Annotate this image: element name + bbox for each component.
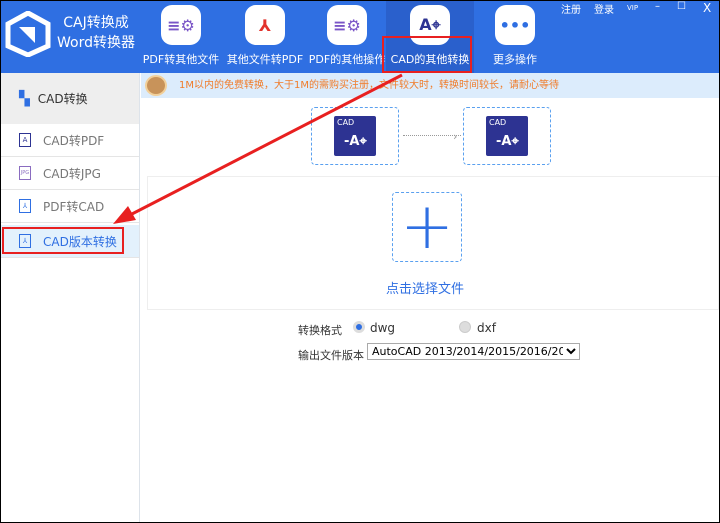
tool-pdf-to-other[interactable]: ≡⚙ PDF转其他文件 (137, 1, 225, 73)
vip-icon[interactable]: VIP (627, 4, 638, 12)
radio-dwg-label: dwg (370, 321, 396, 335)
app-logo (5, 11, 51, 57)
sidebar-item-cad-version[interactable]: ⅄ CAD版本转换 (1, 225, 139, 258)
tool-label: 其他文件转PDF (226, 53, 304, 66)
notice-text: 1M以内的免费转换，大于1M的需购买注册，文件较大时，转换时间较长，请耐心等待 (179, 80, 559, 91)
cad-icon: A⌖ (410, 5, 450, 45)
cad-file-icon: CAD -A⌖ (334, 116, 376, 156)
version-label: 输出文件版本 (298, 349, 364, 362)
tool-label: PDF转其他文件 (142, 53, 220, 66)
pdf-file-icon: ⅄ (19, 199, 31, 213)
maximize-button[interactable]: ☐ (677, 1, 686, 12)
app-title: CAJ转换成 Word转换器 (57, 15, 135, 51)
gear-doc-icon: ≡⚙ (161, 5, 201, 45)
tool-label: 更多操作 (493, 53, 537, 66)
tool-more[interactable]: ••• 更多操作 (471, 1, 559, 73)
tool-cad-other[interactable]: A⌖ CAD的其他转换 (386, 1, 474, 73)
tool-label: CAD的其他转换 (390, 53, 470, 66)
version-select[interactable]: AutoCAD 2013/2014/2015/2016/2017 (367, 343, 580, 360)
login-link[interactable]: 登录 (594, 1, 614, 16)
plus-icon: + (400, 190, 454, 264)
select-file-link[interactable]: 点击选择文件 (386, 278, 464, 297)
notice-bar: 1M以内的免费转换，大于1M的需购买注册，文件较大时，转换时间较长，请耐心等待 (141, 73, 719, 98)
sidebar-item-cad-to-pdf[interactable]: A CAD转PDF (1, 124, 139, 157)
cad-file-icon: A (19, 133, 31, 147)
tool-other-to-pdf[interactable]: ⅄ 其他文件转PDF (221, 1, 309, 73)
tool-label: PDF的其他操作 (308, 53, 386, 66)
pdf-file-icon: ⅄ (19, 234, 31, 248)
close-button[interactable]: X (703, 1, 711, 15)
tool-pdf-other-ops[interactable]: ≡⚙ PDF的其他操作 (303, 1, 391, 73)
app-window: CAJ转换成 Word转换器 ≡⚙ PDF转其他文件 ⅄ 其他文件转PDF ≡⚙ PDF… (1, 1, 719, 522)
radio-dwg[interactable] (353, 321, 365, 333)
register-link[interactable]: 注册 (561, 1, 581, 16)
jpg-file-icon: JPG (19, 166, 31, 180)
target-format-box: CAD -A⌖ (463, 107, 551, 165)
sidebar-item-pdf-to-cad[interactable]: ⅄ PDF转CAD (1, 190, 139, 223)
more-icon: ••• (495, 5, 535, 45)
format-label: 转换格式 (298, 324, 342, 337)
source-format-box: CAD -A⌖ (311, 107, 399, 165)
sidebar-item-cad-to-jpg[interactable]: JPG CAD转JPG (1, 157, 139, 190)
sidebar: ▚ CAD转换 A CAD转PDF JPG CAD转JPG ⅄ PDF转CAD ⅄ CAD… (1, 73, 140, 522)
pdf-icon: ⅄ (245, 5, 285, 45)
grid-icon: ▚ (19, 90, 30, 107)
add-file-button[interactable]: + (392, 192, 462, 262)
minimize-button[interactable]: – (655, 1, 660, 12)
chevron-right-icon: › (453, 130, 458, 143)
sidebar-header: ▚ CAD转换 (1, 73, 139, 124)
radio-dxf-label: dxf (477, 321, 496, 335)
header: CAJ转换成 Word转换器 ≡⚙ PDF转其他文件 ⅄ 其他文件转PDF ≡⚙ PDF… (1, 1, 719, 73)
cad-file-icon: CAD -A⌖ (486, 116, 528, 156)
radio-dxf[interactable] (459, 321, 471, 333)
gear-doc-icon: ≡⚙ (327, 5, 367, 45)
mascot-icon (145, 75, 167, 96)
